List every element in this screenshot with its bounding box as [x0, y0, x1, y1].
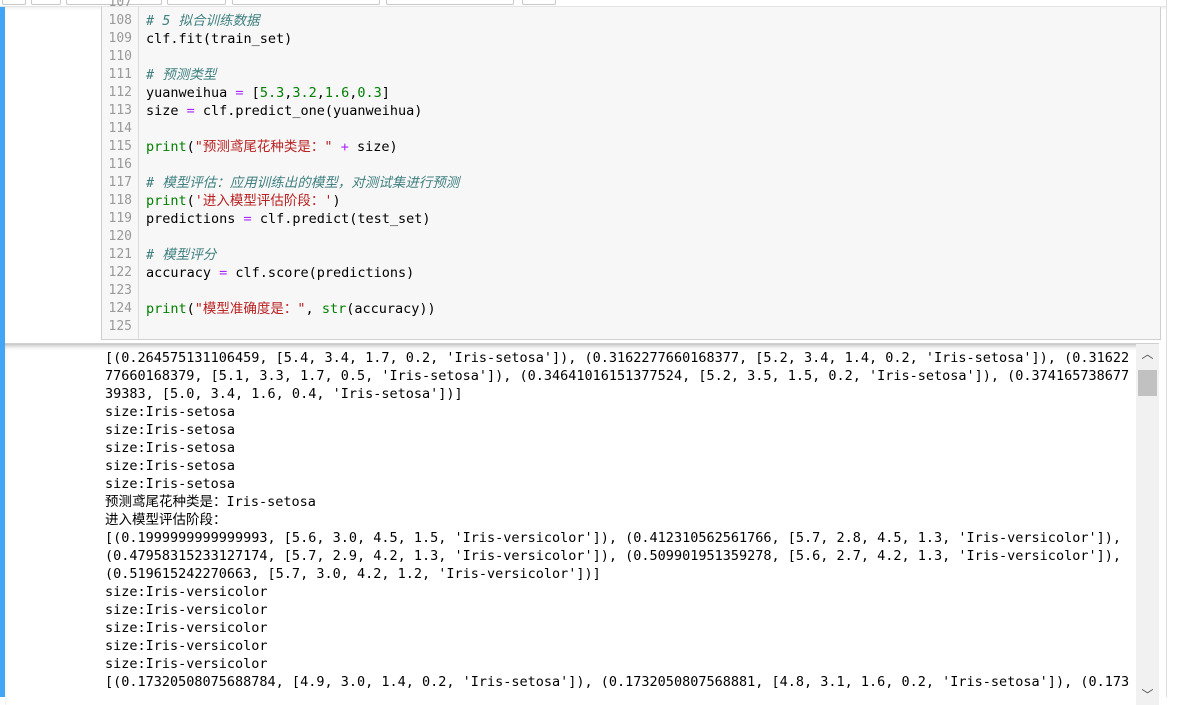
- line-number: 112: [108, 85, 132, 100]
- code-line[interactable]: size = clf.predict_one(yuanweihua): [146, 102, 422, 120]
- line-number: 123: [108, 283, 132, 298]
- code-line[interactable]: print("预测鸢尾花种类是：" + size): [146, 138, 398, 156]
- line-number: 113: [108, 103, 132, 118]
- output-line: [(0.17320508075688784, [4.9, 3.0, 1.4, 0…: [105, 674, 1130, 690]
- output-line: 进入模型评估阶段：: [105, 512, 227, 528]
- line-number: 110: [108, 49, 132, 64]
- line-number: 108: [108, 13, 132, 28]
- scrollbar-thumb[interactable]: [1138, 370, 1157, 396]
- output-line: size:Iris-versicolor: [105, 584, 268, 600]
- chevron-down-icon[interactable]: ﹀: [1136, 685, 1159, 705]
- notebook-toolbar: [0, 0, 1195, 7]
- output-line: size:Iris-versicolor: [105, 620, 268, 636]
- line-number: 122: [108, 265, 132, 280]
- output-line: 预测鸢尾花种类是：Iris-setosa: [105, 494, 316, 510]
- line-number: 125: [108, 319, 132, 334]
- code-line[interactable]: # 5 拟合训练数据: [146, 12, 260, 30]
- line-number: 109: [108, 31, 132, 46]
- output-line: size:Iris-setosa: [105, 422, 236, 438]
- output-line: 39383, [5.0, 3.4, 1.6, 0.4, 'Iris-setosa…: [105, 386, 463, 402]
- line-number: 111: [108, 67, 132, 82]
- code-line[interactable]: # 模型评估：应用训练出的模型，对测试集进行预测: [146, 174, 459, 192]
- page-right-margin: [1166, 0, 1195, 697]
- output-line: size:Iris-versicolor: [105, 656, 268, 672]
- code-line[interactable]: predictions = clf.predict(test_set): [146, 210, 431, 228]
- line-number-gutter: 107 108 109 110 111 112 113 114 115 116 …: [102, 0, 139, 339]
- code-line[interactable]: accuracy = clf.score(predictions): [146, 264, 414, 282]
- notebook-container: 107 108 109 110 111 112 113 114 115 116 …: [0, 0, 1165, 705]
- output-scrollbar[interactable]: ︿ ﹀: [1136, 344, 1159, 705]
- output-line: size:Iris-setosa: [105, 404, 236, 420]
- line-number: 119: [108, 211, 132, 226]
- line-number: 118: [108, 193, 132, 208]
- output-line: size:Iris-setosa: [105, 440, 236, 456]
- code-line[interactable]: # 模型评分: [146, 246, 216, 264]
- output-line: size:Iris-setosa: [105, 458, 236, 474]
- output-line: size:Iris-setosa: [105, 476, 236, 492]
- output-line: size:Iris-versicolor: [105, 638, 268, 654]
- cell-type-select[interactable]: [386, 0, 514, 5]
- line-number: 107: [108, 0, 132, 10]
- output-line: [(0.1999999999999993, [5.6, 3.0, 4.5, 1.…: [105, 530, 1121, 546]
- line-number: 114: [108, 121, 132, 136]
- toolbar-button-group[interactable]: [167, 0, 226, 5]
- output-line: 77660168379, [5.1, 3.3, 1.7, 0.5, 'Iris-…: [105, 368, 1130, 384]
- toolbar-button[interactable]: [522, 0, 556, 5]
- line-number: 124: [108, 301, 132, 316]
- output-line: size:Iris-versicolor: [105, 602, 268, 618]
- line-number: 120: [108, 229, 132, 244]
- line-number: 117: [108, 175, 132, 190]
- line-number: 115: [108, 139, 132, 154]
- toolbar-button[interactable]: [2, 0, 26, 5]
- chevron-up-icon[interactable]: ︿: [1136, 344, 1159, 364]
- code-cell-editor[interactable]: 107 108 109 110 111 112 113 114 115 116 …: [101, 0, 1161, 340]
- output-line: (0.47958315233127174, [5.7, 2.9, 4.2, 1.…: [105, 548, 1121, 564]
- output-line: [(0.264575131106459, [5.4, 3.4, 1.7, 0.2…: [105, 350, 1130, 366]
- line-number: 116: [108, 157, 132, 172]
- code-line[interactable]: yuanweihua = [5.3,3.2,1.6,0.3]: [146, 84, 390, 102]
- output-area: [(0.264575131106459, [5.4, 3.4, 1.7, 0.2…: [5, 343, 1159, 705]
- toolbar-button[interactable]: [31, 0, 61, 5]
- code-line[interactable]: print("模型准确度是：", str(accuracy)): [146, 300, 436, 318]
- toolbar-button-group[interactable]: [232, 0, 380, 5]
- code-line[interactable]: clf.fit(train_set): [146, 30, 292, 48]
- line-number: 121: [108, 247, 132, 262]
- code-line[interactable]: print('进入模型评估阶段：'): [146, 192, 341, 210]
- code-line[interactable]: # 预测类型: [146, 66, 216, 84]
- output-line: (0.519615242270663, [5.7, 3.0, 4.2, 1.2,…: [105, 566, 601, 582]
